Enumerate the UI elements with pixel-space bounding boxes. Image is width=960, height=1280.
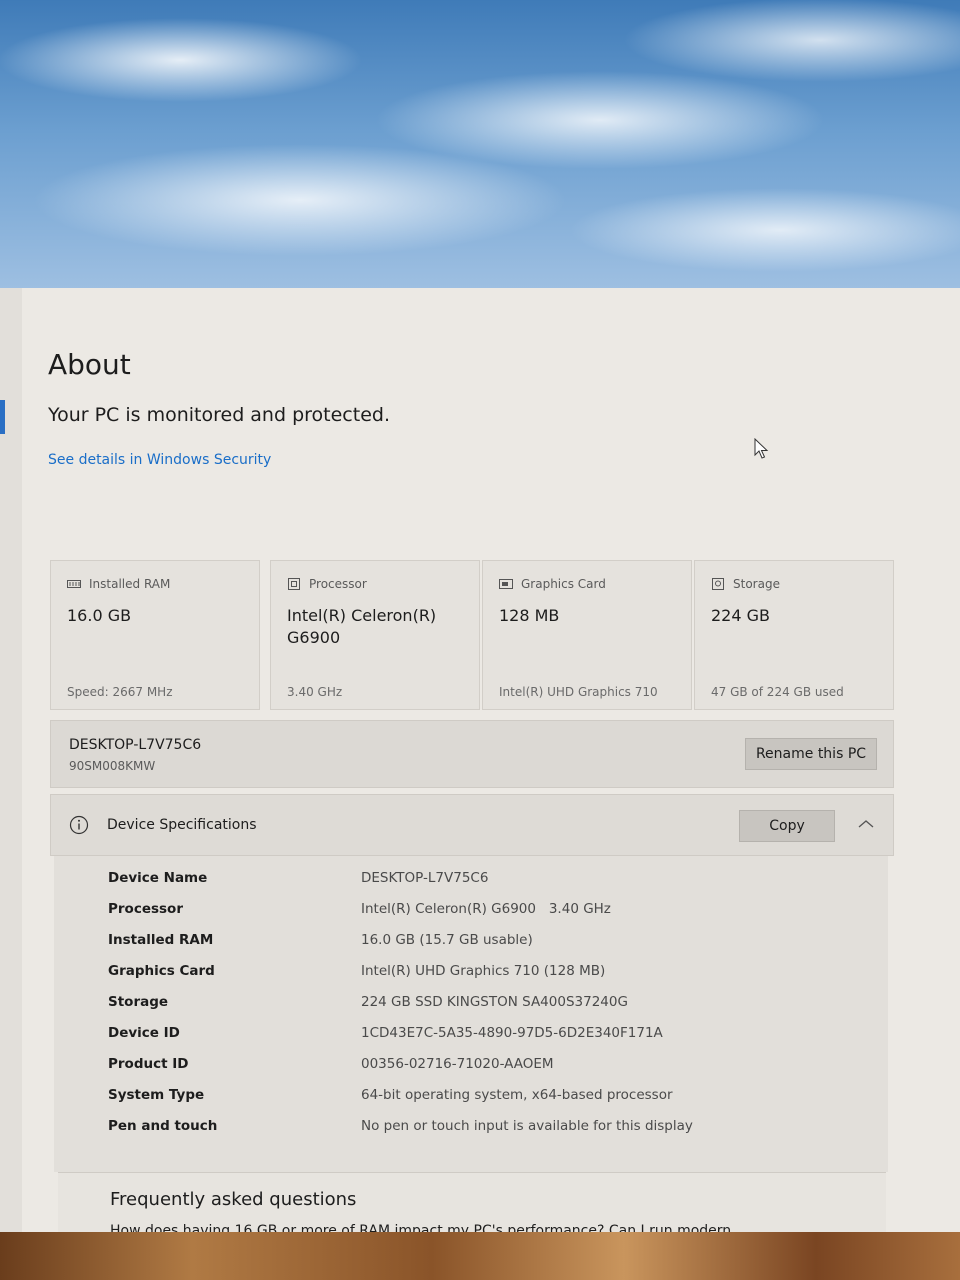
pc-name-card: DESKTOP-L7V75C6 90SM008KMW Rename this P… (50, 720, 894, 788)
tile-value: 224 GB (711, 606, 770, 625)
tile-graphics-card: Graphics Card 128 MB Intel(R) UHD Graphi… (482, 560, 692, 710)
spec-value: 00356-02716-71020-AAOEM (361, 1056, 554, 1072)
page-title: About (48, 348, 131, 381)
spec-value: No pen or touch input is available for t… (361, 1118, 693, 1134)
tile-installed-ram: Installed RAM 16.0 GB Speed: 2667 MHz (50, 560, 260, 710)
spec-value: 224 GB SSD KINGSTON SA400S37240G (361, 994, 628, 1010)
tile-footer: Intel(R) UHD Graphics 710 (499, 685, 658, 699)
tile-label: Installed RAM (89, 577, 171, 591)
spec-value: 16.0 GB (15.7 GB usable) (361, 932, 533, 948)
spec-value: Intel(R) Celeron(R) G6900 3.40 GHz (361, 901, 611, 917)
device-specifications-body: Device Name DESKTOP-L7V75C6 Processor In… (54, 856, 888, 1172)
tile-label: Storage (733, 577, 780, 591)
navigation-pane-edge (0, 288, 22, 1232)
spec-row-processor: Processor Intel(R) Celeron(R) G6900 3.40… (108, 901, 868, 923)
tile-value: Intel(R) Celeron(R) G6900 (287, 606, 437, 647)
faq-question-link[interactable]: How does having 16 GB or more of RAM imp… (110, 1223, 731, 1232)
copy-button[interactable]: Copy (739, 810, 835, 842)
spec-label: Device Name (108, 870, 208, 886)
device-specifications-title: Device Specifications (107, 817, 257, 833)
nav-selection-indicator (0, 400, 5, 434)
spec-value: Intel(R) UHD Graphics 710 (128 MB) (361, 963, 606, 979)
tile-label: Processor (309, 577, 367, 591)
spec-label: Processor (108, 901, 183, 917)
tile-value: 128 MB (499, 606, 560, 625)
spec-label: Pen and touch (108, 1118, 218, 1134)
background-ground (0, 1232, 960, 1280)
info-icon (69, 815, 89, 835)
spec-row-product-id: Product ID 00356-02716-71020-AAOEM (108, 1056, 868, 1078)
spec-row-graphics-card: Graphics Card Intel(R) UHD Graphics 710 … (108, 963, 868, 985)
spec-row-device-id: Device ID 1CD43E7C-5A35-4890-97D5-6D2E34… (108, 1025, 868, 1047)
faq-section: Frequently asked questions How does havi… (58, 1172, 886, 1232)
spec-row-installed-ram: Installed RAM 16.0 GB (15.7 GB usable) (108, 932, 868, 954)
settings-window: About Your PC is monitored and protected… (0, 288, 960, 1232)
spec-value: 1CD43E7C-5A35-4890-97D5-6D2E340F171A (361, 1025, 663, 1041)
spec-label: System Type (108, 1087, 205, 1103)
device-specifications-header[interactable]: Device Specifications Copy (50, 794, 894, 856)
tile-storage: Storage 224 GB 47 GB of 224 GB used (694, 560, 894, 710)
tile-footer: Speed: 2667 MHz (67, 685, 173, 699)
tile-value: 16.0 GB (67, 606, 132, 625)
tile-footer: 3.40 GHz (287, 685, 343, 699)
spec-value: 64-bit operating system, x64-based proce… (361, 1087, 673, 1103)
spec-label: Graphics Card (108, 963, 215, 979)
tile-footer: 47 GB of 224 GB used (711, 685, 844, 699)
spec-row-pen-and-touch: Pen and touch No pen or touch input is a… (108, 1118, 868, 1140)
pc-name: DESKTOP-L7V75C6 (69, 737, 202, 753)
windows-security-link[interactable]: See details in Windows Security (48, 452, 271, 468)
tile-label: Graphics Card (521, 577, 606, 591)
spec-label: Storage (108, 994, 169, 1010)
protection-status: Your PC is monitored and protected. (48, 404, 390, 426)
tile-processor: Processor Intel(R) Celeron(R) G6900 3.40… (270, 560, 480, 710)
storage-icon (712, 578, 724, 590)
faq-title: Frequently asked questions (110, 1189, 357, 1210)
spec-row-storage: Storage 224 GB SSD KINGSTON SA400S37240G (108, 994, 868, 1016)
spec-label: Product ID (108, 1056, 189, 1072)
spec-label: Device ID (108, 1025, 180, 1041)
pc-model-number: 90SM008KMW (69, 759, 156, 773)
rename-pc-button[interactable]: Rename this PC (745, 738, 877, 770)
spec-value: DESKTOP-L7V75C6 (361, 870, 489, 886)
spec-row-system-type: System Type 64-bit operating system, x64… (108, 1087, 868, 1109)
spec-row-device-name: Device Name DESKTOP-L7V75C6 (108, 870, 868, 892)
chevron-up-icon[interactable] (857, 817, 875, 831)
spec-label: Installed RAM (108, 932, 214, 948)
ram-icon (67, 580, 81, 588)
mouse-pointer-icon (754, 438, 769, 459)
desktop-wallpaper-sky (0, 0, 960, 292)
processor-icon (288, 578, 300, 590)
graphics-card-icon (499, 579, 513, 589)
